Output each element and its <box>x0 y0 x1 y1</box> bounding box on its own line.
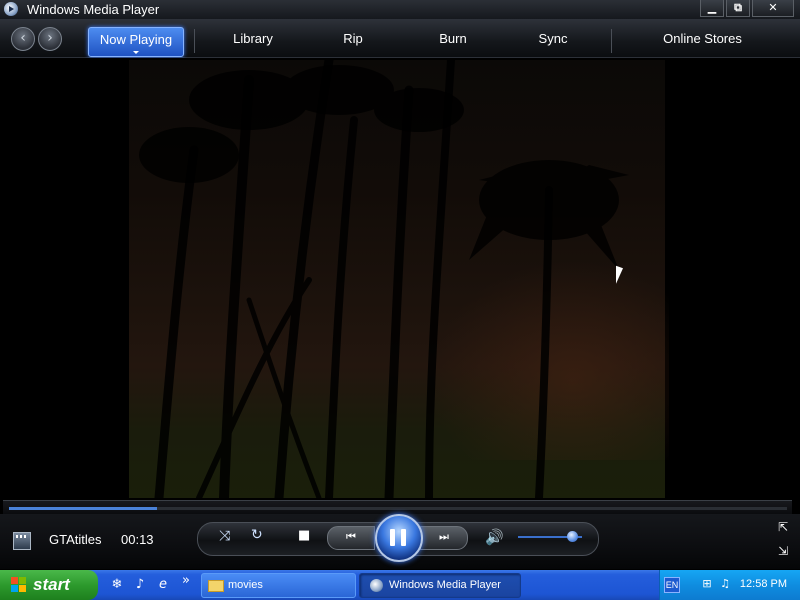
task-label: Windows Media Player <box>389 579 501 591</box>
playback-controls: GTAtitles 00:13 ⤨ ↻ ■ ⏮ ⏭ 🔊 ⇱ ⇲ <box>0 514 800 569</box>
windows-flag-icon <box>11 577 27 593</box>
elapsed-time: 00:13 <box>121 532 154 547</box>
tab-label: Rip <box>343 31 363 46</box>
tab-online-stores[interactable]: Online Stores <box>640 27 765 55</box>
maximize-button[interactable]: ⧉ <box>726 0 750 17</box>
start-label: start <box>33 575 70 594</box>
pause-button[interactable] <box>375 514 423 562</box>
seek-progress-fill <box>9 507 157 510</box>
repeat-icon[interactable]: ↻ <box>251 527 263 543</box>
back-arrow-icon: ‹ <box>20 30 26 46</box>
system-tray: EN ⊞ ♫ 12:58 PM <box>659 570 800 600</box>
tab-library[interactable]: Library <box>213 27 293 55</box>
language-indicator[interactable]: EN <box>664 577 680 593</box>
tab-label: Now Playing <box>99 32 173 47</box>
back-button[interactable]: ‹ <box>11 27 35 51</box>
close-button[interactable]: ✕ <box>752 0 794 17</box>
next-button[interactable]: ⏭ <box>420 526 468 550</box>
title-bar: Windows Media Player ▁ ⧉ ✕ <box>0 0 800 19</box>
palm-trees-silhouette <box>139 60 629 498</box>
tab-label: Library <box>233 31 273 46</box>
taskbar-button-wmp[interactable]: Windows Media Player <box>359 573 521 598</box>
tab-separator <box>194 29 195 53</box>
quicklaunch-overflow[interactable]: » <box>178 573 194 589</box>
video-file-icon <box>13 532 31 550</box>
tab-separator <box>611 29 612 53</box>
task-label: movies <box>228 579 263 591</box>
tab-label: Sync <box>538 31 568 46</box>
internet-explorer-icon[interactable]: e <box>155 577 171 593</box>
media-icon[interactable]: ♪ <box>132 577 148 593</box>
next-icon: ⏭ <box>439 530 449 543</box>
start-button[interactable]: start <box>0 570 98 600</box>
network-icon[interactable]: ⊞ <box>700 577 714 591</box>
feature-taskbar: ‹ › Now Playing Library Rip Burn Sync On… <box>0 19 800 58</box>
tab-rip[interactable]: Rip <box>313 27 393 55</box>
wmp-icon <box>370 579 383 592</box>
minimize-button[interactable]: ▁ <box>700 0 724 17</box>
wmp-app-icon[interactable] <box>4 2 18 16</box>
tab-label: Online Stores <box>663 31 742 46</box>
taskbar-button-movies[interactable]: movies <box>201 573 356 598</box>
clip-name: GTAtitles <box>49 532 102 547</box>
tab-label: Burn <box>439 31 467 46</box>
shuffle-icon[interactable]: ⤨ <box>219 528 230 544</box>
tab-now-playing[interactable]: Now Playing <box>88 27 184 57</box>
video-area[interactable] <box>3 58 792 498</box>
volume-tray-icon[interactable]: ♫ <box>718 577 732 591</box>
seek-bar[interactable] <box>3 500 792 515</box>
seek-track[interactable] <box>9 507 787 510</box>
window-title: Windows Media Player <box>27 2 160 17</box>
snowflake-icon[interactable]: ❄ <box>109 577 125 593</box>
previous-icon: ⏮ <box>346 530 356 543</box>
folder-icon <box>208 580 224 592</box>
pause-icon <box>401 529 406 546</box>
windows-taskbar: start ❄ ♪ e » movies Windows Media Playe… <box>0 570 800 600</box>
forward-arrow-icon: › <box>47 30 53 46</box>
tab-burn[interactable]: Burn <box>413 27 493 55</box>
tab-sync[interactable]: Sync <box>513 27 593 55</box>
video-frame <box>129 60 669 498</box>
mouse-cursor <box>616 265 623 287</box>
previous-button[interactable]: ⏮ <box>327 526 375 550</box>
compact-mode-icon[interactable]: ⇲ <box>776 544 790 558</box>
pause-icon <box>390 529 395 546</box>
volume-icon[interactable]: 🔊 <box>485 528 504 546</box>
stop-icon[interactable]: ■ <box>298 528 310 543</box>
switch-to-skin-icon[interactable]: ⇱ <box>776 520 790 534</box>
forward-button[interactable]: › <box>38 27 62 51</box>
clock: 12:58 PM <box>739 578 787 590</box>
